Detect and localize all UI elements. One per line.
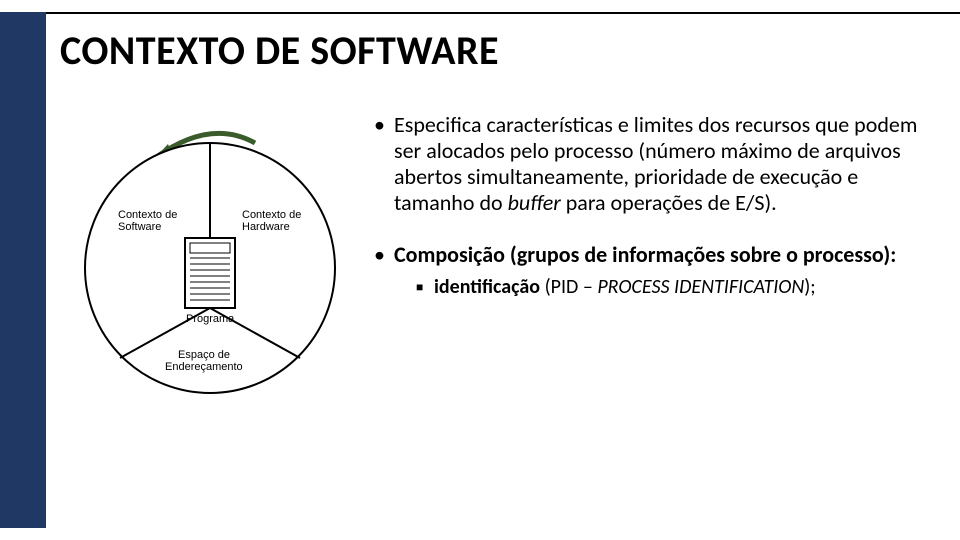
program-box [185,238,235,308]
page-title: CONTEXTO DE SOFTWARE [60,26,499,75]
bullet-composicao: Composição (grupos de informações sobre … [372,242,920,300]
accent-sidebar [0,12,46,528]
body-text: Especifica características e limites dos… [372,112,920,325]
label-programa: Programa [186,313,235,325]
bullet-especifica: Especifica características e limites dos… [372,112,920,216]
bullet-identificacao: identificação (PID – PROCESS IDENTIFICAT… [394,276,920,300]
process-context-diagram: Contexto de Software Contexto de Hardwar… [60,108,360,428]
accent-rule [0,12,960,14]
slide: CONTEXTO DE SOFTWARE Contexto de Softwar… [0,0,960,540]
